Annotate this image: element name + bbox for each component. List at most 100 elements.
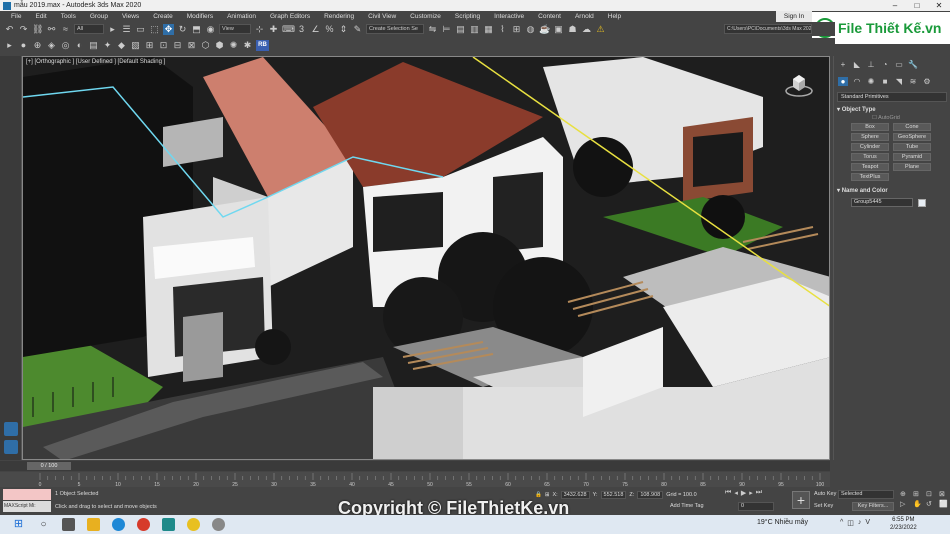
menu-create[interactable]: Create (146, 13, 180, 20)
menu-civil-view[interactable]: Civil View (361, 13, 403, 20)
menu-rendering[interactable]: Rendering (317, 13, 361, 20)
select-layer-icon[interactable]: ◎ (60, 40, 71, 51)
pivot-center-icon[interactable]: ⊹ (254, 24, 265, 35)
select-scale-icon[interactable]: ⬒ (191, 24, 202, 35)
systems-icon[interactable]: ⚙ (922, 77, 932, 86)
select-rotate-icon[interactable]: ↻ (177, 24, 188, 35)
sign-in-button[interactable]: Sign In (776, 11, 812, 22)
link-icon[interactable]: ⛓ (32, 24, 43, 35)
snap-toggle-icon[interactable]: 3 (296, 24, 307, 35)
populate-icon[interactable]: ⊟ (172, 40, 183, 51)
toggle-scene-explorer-icon[interactable]: ▤ (455, 24, 466, 35)
tube-button[interactable]: Tube (893, 143, 931, 151)
sun-icon[interactable]: ● (18, 40, 29, 51)
menu-modifiers[interactable]: Modifiers (180, 13, 220, 20)
field-of-view-icon[interactable]: ▷ (900, 500, 911, 508)
layer-icon[interactable]: ▸ (4, 40, 15, 51)
go-to-start-icon[interactable]: ⏮ (725, 489, 731, 497)
torus-button[interactable]: Torus (851, 153, 889, 161)
edit-named-sets-icon[interactable]: ✎ (352, 24, 363, 35)
zoom-icon[interactable]: ⊕ (900, 490, 911, 498)
tray-chevron-icon[interactable]: ^ (840, 519, 843, 527)
toggle-layer-explorer-icon[interactable]: ▥ (469, 24, 480, 35)
task-view-icon[interactable] (62, 518, 75, 531)
display-tab-icon[interactable]: ▭ (894, 60, 904, 69)
menu-group[interactable]: Group (83, 13, 115, 20)
helpers-icon[interactable]: ◥ (894, 77, 904, 86)
perspective-viewport[interactable]: [+] [Orthographic ] [User Defined ] [Def… (22, 56, 830, 460)
render-setup-icon[interactable]: ☕ (539, 24, 550, 35)
layer-explorer-icon[interactable]: ▤ (88, 40, 99, 51)
play-icon[interactable]: ▶ (741, 489, 746, 497)
named-selection-sets-dropdown[interactable]: Create Selection Se (366, 24, 424, 34)
teapot-button[interactable]: Teapot (851, 163, 889, 171)
plane-button[interactable]: Plane (893, 163, 931, 171)
object-color-swatch[interactable] (918, 198, 926, 207)
menu-arnold[interactable]: Arnold (568, 13, 601, 20)
add-to-layer-icon[interactable]: ◈ (46, 40, 57, 51)
language-icon[interactable]: V (865, 519, 870, 527)
time-slider-bar[interactable]: 0 / 100 (0, 461, 830, 471)
menu-file[interactable]: File (4, 13, 28, 20)
undo-icon[interactable]: ↶ (4, 24, 15, 35)
maxscript-listener[interactable]: MAXScript Mi: (3, 489, 51, 512)
taskbar-clock[interactable]: 6:55 PM 2/23/2022 (890, 516, 917, 532)
utilities-tab-icon[interactable]: 🔧 (908, 60, 918, 69)
expand-panel-icon[interactable] (4, 422, 18, 436)
menu-customize[interactable]: Customize (403, 13, 448, 20)
motion-tab-icon[interactable]: ◔ (880, 60, 890, 69)
unlink-icon[interactable]: ⚯ (46, 24, 57, 35)
menu-help[interactable]: Help (601, 13, 628, 20)
mirror-icon[interactable]: ⇋ (427, 24, 438, 35)
y-coordinate-field[interactable]: 552.518 (600, 491, 627, 499)
maximize-viewport-icon[interactable]: ⬜ (939, 500, 950, 508)
create-tab-icon[interactable]: + (838, 60, 848, 69)
percent-snap-icon[interactable]: % (324, 24, 335, 35)
select-object-icon[interactable]: ▸ (107, 24, 118, 35)
current-frame-field[interactable]: 0 (738, 502, 774, 511)
search-icon[interactable]: ○ (37, 518, 50, 531)
create-new-layer-icon[interactable]: ⊕ (32, 40, 43, 51)
app-gray-icon[interactable] (212, 518, 225, 531)
curve-editor-icon[interactable]: ⌇ (497, 24, 508, 35)
xref-icon[interactable]: ⬢ (214, 40, 225, 51)
previous-frame-icon[interactable]: ◂ (734, 489, 738, 497)
auto-key-button[interactable]: Auto Key (814, 491, 836, 497)
cone-button[interactable]: Cone (893, 123, 931, 131)
viewcube-icon[interactable] (785, 71, 813, 97)
lights-icon[interactable]: ✺ (866, 77, 876, 86)
spinner-snap-icon[interactable]: ⇕ (338, 24, 349, 35)
cylinder-button[interactable]: Cylinder (851, 143, 889, 151)
weather-widget[interactable]: 19°C Nhiều mây (757, 519, 808, 526)
name-color-rollout-title[interactable]: ▾ Name and Color (837, 187, 947, 194)
menu-tools[interactable]: Tools (54, 13, 83, 20)
schematic-view-icon[interactable]: ⊞ (511, 24, 522, 35)
shapes-icon[interactable]: ◠ (852, 77, 862, 86)
select-by-name-icon[interactable]: ☰ (121, 24, 132, 35)
box-button[interactable]: Box (851, 123, 889, 131)
key-selection-dropdown[interactable]: Selected (838, 490, 894, 499)
zoom-extents-icon[interactable]: ⊡ (926, 490, 937, 498)
selection-filter-dropdown[interactable]: All (74, 24, 104, 34)
select-move-icon[interactable]: ✥ (163, 23, 174, 35)
set-key-big-icon[interactable]: + (792, 491, 810, 509)
z-coordinate-field[interactable]: 108.908 (637, 491, 664, 499)
render-production-icon[interactable]: ☗ (567, 24, 578, 35)
minimize-icon[interactable]: – (884, 1, 906, 10)
viewport-layout-icon[interactable] (4, 440, 18, 454)
menu-graph-editors[interactable]: Graph Editors (263, 13, 317, 20)
key-filters-button[interactable]: Key Filters... (852, 502, 894, 511)
edge-icon[interactable] (112, 518, 125, 531)
app-red-icon[interactable] (137, 518, 150, 531)
cameras-icon[interactable]: ■ (880, 77, 890, 86)
rb-plugin-button[interactable]: RB (256, 39, 269, 51)
pyramid-button[interactable]: Pyramid (893, 153, 931, 161)
warning-icon[interactable]: ⚠ (595, 24, 606, 35)
ribbon-icon[interactable]: ▦ (483, 24, 494, 35)
edit-poly-icon[interactable]: ◆ (116, 40, 127, 51)
object-name-field[interactable]: Group5445 (851, 198, 913, 207)
viewport-label[interactable]: [+] [Orthographic ] [User Defined ] [Def… (26, 59, 165, 65)
windows-start-icon[interactable]: ⊞ (12, 518, 25, 531)
angle-snap-icon[interactable]: ∠ (310, 24, 321, 35)
set-current-layer-icon[interactable]: ◐ (74, 40, 85, 51)
